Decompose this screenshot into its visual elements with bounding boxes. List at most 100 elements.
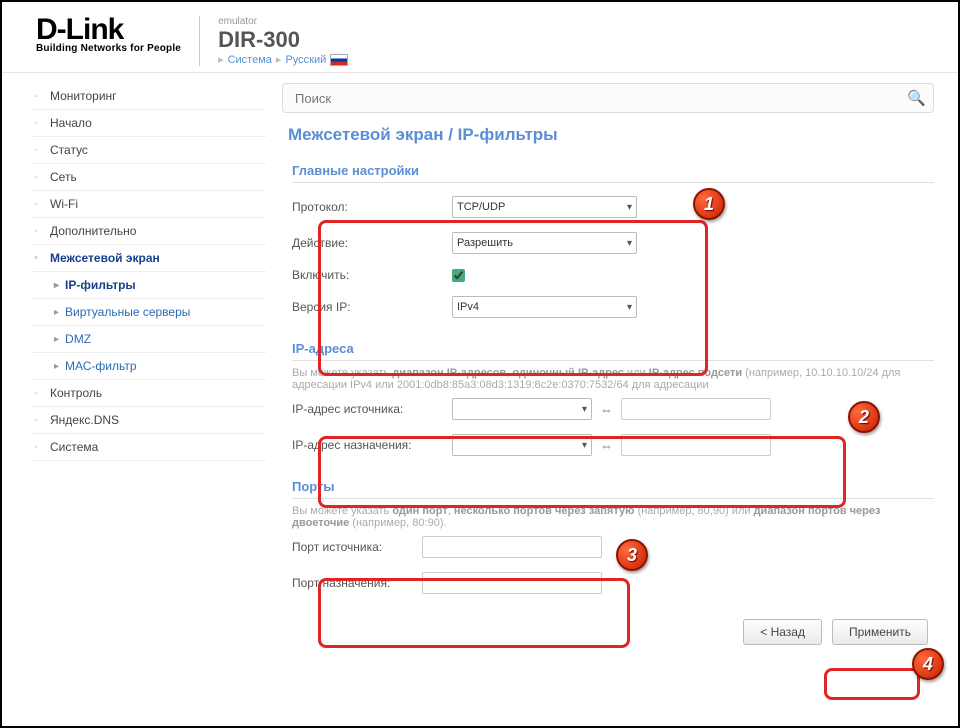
sidebar-item-label: Начало	[50, 116, 92, 130]
header: D-Link Building Networks for People emul…	[2, 2, 958, 73]
annotation-marker: 1	[693, 188, 725, 220]
sidebar-item-label: DMZ	[65, 332, 91, 346]
sidebar-item-label: Межсетевой экран	[50, 251, 160, 265]
breadcrumb-system[interactable]: Система	[228, 54, 272, 66]
sidebar-sub-virtual-servers[interactable]: ▸ Виртуальные серверы	[32, 299, 266, 326]
enable-checkbox[interactable]	[452, 269, 465, 282]
search-icon[interactable]: 🔍	[907, 89, 926, 107]
source-ip-input[interactable]	[621, 398, 771, 420]
search-input[interactable]	[282, 83, 934, 113]
dest-ip-select[interactable]	[452, 434, 592, 456]
section-title: Порты	[292, 479, 934, 499]
sidebar-item-label: Контроль	[50, 386, 102, 400]
range-icon: ⇔	[600, 402, 613, 417]
bullet-icon: ◦	[34, 442, 44, 453]
source-port-label: Порт источника:	[292, 540, 422, 554]
logo-tagline: Building Networks for People	[36, 43, 181, 54]
ipversion-select[interactable]: IPv4	[452, 296, 637, 318]
expand-icon: ◦	[34, 252, 44, 264]
section-title: Главные настройки	[292, 163, 934, 183]
sidebar-sub-ip-filters[interactable]: ▸ IP-фильтры	[32, 272, 266, 299]
bullet-icon: ◦	[34, 415, 44, 426]
protocol-label: Протокол:	[292, 200, 452, 214]
sidebar-item-advanced[interactable]: ◦ Дополнительно	[32, 218, 266, 245]
chevron-right-icon: ▸	[54, 334, 59, 345]
flag-russia-icon	[330, 54, 348, 66]
action-label: Действие:	[292, 236, 452, 250]
select-value: IPv4	[457, 301, 479, 313]
annotation-marker: 3	[616, 539, 648, 571]
back-button[interactable]: < Назад	[743, 619, 822, 645]
section-description: Вы можете указать один порт, несколько п…	[292, 505, 934, 529]
sidebar-sub-mac-filter[interactable]: ▸ МАС-фильтр	[32, 353, 266, 380]
main-content: 🔍 Межсетевой экран / IP-фильтры Главные …	[272, 73, 958, 655]
sidebar-item-system[interactable]: ◦ Система	[32, 434, 266, 461]
chevron-right-icon: ▸	[54, 280, 59, 291]
sidebar-item-label: Система	[50, 440, 98, 454]
section-main-settings: Главные настройки Протокол: TCP/UDP Дейс…	[292, 163, 934, 325]
sidebar-item-label: Сеть	[50, 170, 77, 184]
action-select[interactable]: Разрешить	[452, 232, 637, 254]
divider	[199, 16, 200, 66]
chevron-right-icon: ▸	[276, 53, 282, 66]
sidebar-sub-dmz[interactable]: ▸ DMZ	[32, 326, 266, 353]
breadcrumb-language[interactable]: Русский	[285, 54, 326, 66]
dest-port-label: Порт назначения:	[292, 576, 422, 590]
sidebar: ◦ Мониторинг ◦ Начало ◦ Статус ◦ Сеть ◦ Wi-Fi…	[2, 73, 272, 655]
source-port-input[interactable]	[422, 536, 602, 558]
select-value: TCP/UDP	[457, 201, 505, 213]
sidebar-item-control[interactable]: ◦ Контроль	[32, 380, 266, 407]
bullet-icon: ◦	[34, 226, 44, 237]
dest-ip-label: IP-адрес назначения:	[292, 438, 452, 452]
range-icon: ⇔	[600, 438, 613, 453]
model-box: emulator DIR-300 ▸ Система ▸ Русский	[218, 16, 348, 66]
button-bar: < Назад Применить	[282, 619, 928, 645]
sidebar-item-label: Дополнительно	[50, 224, 136, 238]
search-bar: 🔍	[282, 83, 934, 113]
breadcrumb: ▸ Система ▸ Русский	[218, 53, 348, 66]
annotation-marker: 2	[848, 401, 880, 433]
dest-ip-input[interactable]	[621, 434, 771, 456]
sidebar-item-label: Мониторинг	[50, 89, 117, 103]
page-title: Межсетевой экран / IP-фильтры	[288, 125, 934, 145]
sidebar-item-label: МАС-фильтр	[65, 359, 136, 373]
highlight-box	[824, 668, 920, 700]
chevron-right-icon: ▸	[54, 307, 59, 318]
section-title: IP-адреса	[292, 341, 934, 361]
sidebar-item-network[interactable]: ◦ Сеть	[32, 164, 266, 191]
apply-button[interactable]: Применить	[832, 619, 928, 645]
bullet-icon: ◦	[34, 172, 44, 183]
dest-port-input[interactable]	[422, 572, 602, 594]
bullet-icon: ◦	[34, 118, 44, 129]
select-value: Разрешить	[457, 237, 513, 249]
sidebar-item-monitoring[interactable]: ◦ Мониторинг	[32, 83, 266, 110]
annotation-marker: 4	[912, 648, 944, 680]
logo-text: D-Link	[36, 16, 181, 43]
section-ip-addresses: IP-адреса Вы можете указать диапазон IP-…	[292, 341, 934, 463]
sidebar-item-start[interactable]: ◦ Начало	[32, 110, 266, 137]
bullet-icon: ◦	[34, 199, 44, 210]
sidebar-item-yandexdns[interactable]: ◦ Яндекс.DNS	[32, 407, 266, 434]
source-ip-label: IP-адрес источника:	[292, 402, 452, 416]
emulator-label: emulator	[218, 16, 348, 27]
sidebar-item-label: Статус	[50, 143, 88, 157]
bullet-icon: ◦	[34, 388, 44, 399]
bullet-icon: ◦	[34, 91, 44, 102]
logo: D-Link Building Networks for People	[36, 16, 181, 54]
sidebar-item-firewall[interactable]: ◦ Межсетевой экран	[32, 245, 266, 272]
section-description: Вы можете указать диапазон IP-адресов, о…	[292, 367, 934, 391]
sidebar-item-label: Wi-Fi	[50, 197, 78, 211]
protocol-select[interactable]: TCP/UDP	[452, 196, 637, 218]
chevron-right-icon: ▸	[218, 53, 224, 66]
sidebar-item-status[interactable]: ◦ Статус	[32, 137, 266, 164]
ipversion-label: Версия IP:	[292, 300, 452, 314]
source-ip-select[interactable]	[452, 398, 592, 420]
sidebar-item-label: Яндекс.DNS	[50, 413, 119, 427]
enable-label: Включить:	[292, 268, 452, 282]
chevron-right-icon: ▸	[54, 361, 59, 372]
model-label: DIR-300	[218, 27, 348, 53]
sidebar-item-label: IP-фильтры	[65, 278, 136, 292]
bullet-icon: ◦	[34, 145, 44, 156]
sidebar-item-wifi[interactable]: ◦ Wi-Fi	[32, 191, 266, 218]
sidebar-item-label: Виртуальные серверы	[65, 305, 190, 319]
